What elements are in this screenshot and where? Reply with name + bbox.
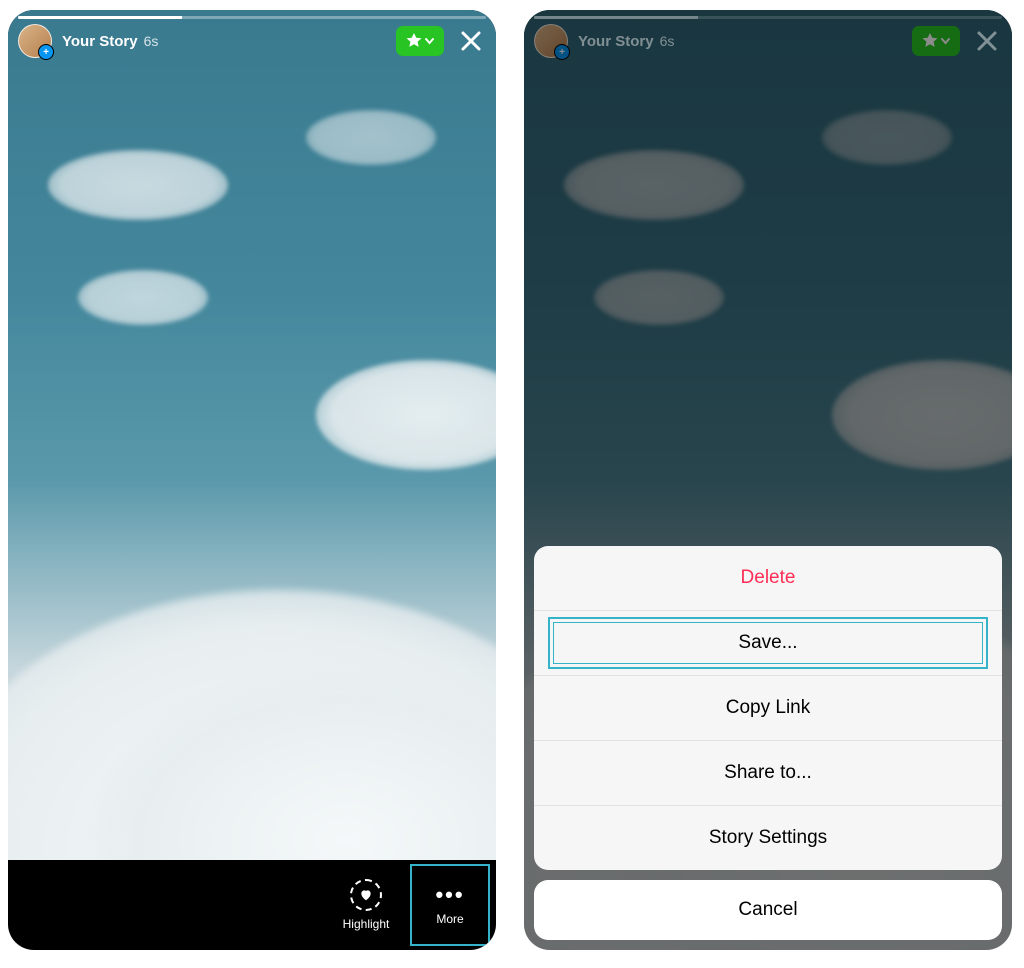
more-button[interactable]: ••• More [410, 864, 490, 946]
highlight-button[interactable]: Highlight [328, 866, 404, 944]
story-time: 6s [660, 33, 675, 49]
more-icon: ••• [435, 884, 464, 906]
copy-link-button[interactable]: Copy Link [534, 675, 1002, 740]
add-icon: + [554, 44, 570, 60]
story-settings-button[interactable]: Story Settings [534, 805, 1002, 870]
heart-icon [359, 888, 373, 902]
action-sheet: Delete Save... Copy Link Share to... Sto… [534, 546, 1002, 940]
star-dropdown-icon [403, 32, 437, 50]
story-progress-bar [534, 16, 1002, 19]
story-title: Your Story [578, 33, 654, 50]
star-dropdown-icon [919, 32, 953, 50]
share-to-button[interactable]: Share to... [534, 740, 1002, 805]
story-progress-bar [18, 16, 486, 19]
story-viewer-screen: + Your Story 6s [8, 10, 496, 950]
cancel-label: Cancel [738, 899, 797, 921]
close-icon [975, 29, 999, 53]
story-viewer-screen-menu: + Your Story 6s Delete [524, 10, 1012, 950]
close-friends-badge[interactable] [396, 26, 444, 56]
avatar: + [534, 24, 568, 58]
story-top-bar: + Your Story 6s [18, 24, 486, 58]
story-settings-label: Story Settings [709, 827, 827, 849]
close-button[interactable] [456, 26, 486, 56]
avatar[interactable]: + [18, 24, 52, 58]
story-bottom-bar: Highlight ••• More [8, 860, 496, 950]
cancel-button[interactable]: Cancel [534, 880, 1002, 940]
story-progress-fill [18, 16, 182, 19]
highlight-label: Highlight [343, 917, 390, 931]
save-button[interactable]: Save... [534, 610, 1002, 675]
action-sheet-list: Delete Save... Copy Link Share to... Sto… [534, 546, 1002, 870]
story-top-bar: + Your Story 6s [534, 24, 1002, 58]
close-friends-badge [912, 26, 960, 56]
add-icon: + [38, 44, 54, 60]
delete-label: Delete [741, 567, 796, 589]
story-progress-fill [534, 16, 698, 19]
story-time: 6s [144, 33, 159, 49]
save-label: Save... [738, 632, 797, 654]
delete-button[interactable]: Delete [534, 546, 1002, 610]
share-to-label: Share to... [724, 762, 812, 784]
highlight-ring-icon [350, 879, 382, 911]
close-icon [459, 29, 483, 53]
story-title: Your Story [62, 33, 138, 50]
copy-link-label: Copy Link [726, 697, 811, 719]
story-background[interactable] [8, 10, 496, 950]
more-label: More [436, 912, 463, 926]
close-button [972, 26, 1002, 56]
